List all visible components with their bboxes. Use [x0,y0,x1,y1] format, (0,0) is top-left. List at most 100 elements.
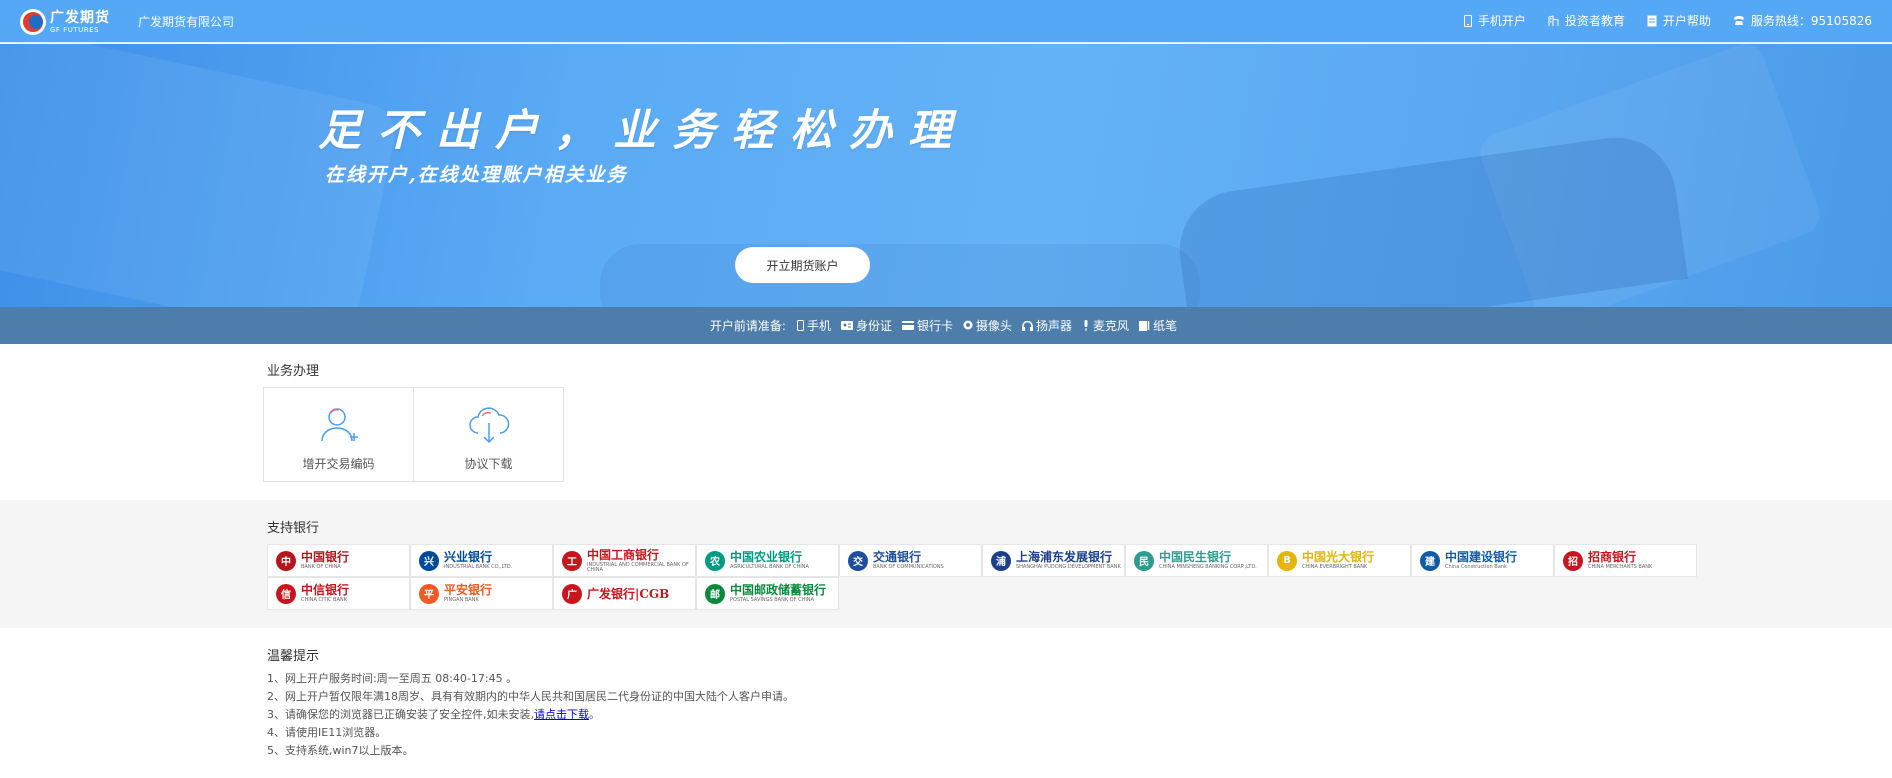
bank-name: 中国银行 [301,550,350,564]
services-grid: 增开交易编码 协议下载 [263,387,564,482]
preparation-bar: 开户前请准备: 手机 身份证 银行卡 摄像头 扬声器 麦克风 纸笔 [0,307,1892,344]
download-control-link[interactable]: 请点击下载 [534,708,589,721]
bank-logo: 招招商银行 CHINA MERCHANTS BANK [1554,544,1697,577]
banks-title: 支持银行 [267,521,320,536]
bank-logo: B 中国光大银行 CHINA EVERBRIGHT BANK [1268,544,1411,577]
bank-name-en: INDUSTRIAL AND COMMERCIAL BANK OF CHINA [587,561,689,573]
bank-logo: 民中国民生银行 CHINA MINSHENG BANKING CORP.,LTD. [1125,544,1268,577]
bank-name: 中国农业银行 [730,550,803,564]
bank-name-en: BANK OF CHINA [301,564,341,570]
bank-name: 中国工商银行 [587,547,660,562]
bank-logo: 交交通银行 BANK OF COMMUNICATIONS [839,544,982,577]
tip-item: 4、请使用IE11浏览器。 [267,726,387,739]
bank-name: 上海浦东发展银行 [1016,550,1113,564]
bank-logo: 信中信银行 CHINA CITIC BANK [267,577,410,610]
bank-name: 招商银行 [1588,550,1637,564]
headphones-icon [1022,320,1034,331]
banner-subslogan: 在线开户,在线处理账户相关业务 [325,164,628,186]
nav-label: 手机开户 [1477,14,1526,28]
nav-mobile-open[interactable]: 手机开户 [1463,12,1526,29]
bank-emblem-icon: 交 [848,550,868,571]
bank-emblem-icon: 广 [562,583,582,604]
document-icon [1647,15,1657,26]
agreement-download-card[interactable]: 协议下载 [413,387,564,482]
telephone-icon [1733,16,1744,25]
prep-item-notebook: 纸笔 [1139,317,1177,334]
bank-name-en: CHINA CITIC BANK [301,597,347,603]
bank-name: 兴业银行 [444,550,493,564]
bank-logo: 广广发银行|CGB [553,577,696,610]
nav-open-help[interactable]: 开户帮助 [1647,12,1711,29]
bank-name: 平安银行 [444,583,493,597]
bank-name-en: BANK OF COMMUNICATIONS [873,564,944,570]
nav-label: 开户帮助 [1662,14,1711,28]
bank-emblem-icon: 信 [276,583,296,604]
bank-emblem-icon: 平 [419,583,439,604]
camera-icon [963,320,973,330]
nav-label: 投资者教育 [1564,14,1625,28]
service-label: 增开交易编码 [302,457,375,471]
service-label: 协议下载 [464,457,513,471]
notebook-icon [1139,320,1150,331]
bank-emblem-icon: 招 [1563,550,1583,571]
logo-cn-text: 广发期货 [50,9,110,26]
bank-emblem-icon: 建 [1420,550,1440,571]
bank-name-en: AGRICULTURAL BANK OF CHINA [730,564,809,570]
bank-logo: 兴兴业银行 INDUSTRIAL BANK CO.,LTD. [410,544,553,577]
prep-item-microphone: 麦克风 [1082,317,1129,334]
bank-name-en: CHINA EVERBRIGHT BANK [1302,564,1368,570]
logo-en-text: GF FUTURES [50,25,99,34]
add-trading-code-card[interactable]: 增开交易编码 [263,387,414,482]
bank-name-en: SHANGHAI PUDONG DEVELOPMENT BANK [1016,564,1121,570]
bank-name-en: POSTAL SAVINGS BANK OF CHINA [730,597,814,603]
bank-logo: 中中国银行 BANK OF CHINA [267,544,410,577]
phone-icon [1463,14,1472,27]
user-add-icon [320,408,358,442]
bank-emblem-icon: 浦 [991,550,1011,571]
top-header: 广发期货 GF FUTURES 广发期货有限公司 手机开户 投资者教育 开户帮助… [0,0,1892,43]
bank-name: 中国建设银行 [1445,550,1518,564]
bank-emblem-icon: 兴 [419,550,439,571]
bank-name-en: PINGAN BANK [444,597,479,603]
company-name: 广发期货有限公司 [138,15,235,29]
prep-item-camera: 摄像头 [963,317,1012,334]
bank-emblem-icon: 中 [276,550,296,571]
bank-name: 中国光大银行 [1302,550,1375,564]
gf-futures-logo[interactable]: 广发期货 GF FUTURES [20,8,110,36]
bank-name-en: CHINA MERCHANTS BANK [1588,564,1653,570]
hero-banner: 足不出户，业务轻松办理 在线开户,在线处理账户相关业务 开立期货账户 [0,44,1892,307]
prep-label: 开户前请准备: [709,319,786,333]
banner-slogan: 足不出户，业务轻松办理 [318,106,967,156]
bank-name: 中信银行 [301,583,350,597]
tip-item: 5、支持系统,win7以上版本。 [267,744,414,757]
bank-name-en: China Construction Bank [1445,564,1507,570]
logo-mark-icon [20,9,46,35]
bank-logo: 建中国建设银行 China Construction Bank [1411,544,1554,577]
bank-logo: 邮中国邮政储蓄银行 POSTAL SAVINGS BANK OF CHINA [696,577,839,610]
bank-emblem-icon: 农 [705,550,725,571]
prep-item-phone: 手机 [796,317,831,334]
bank-emblem-icon: 工 [562,550,582,571]
bank-card-icon [902,321,914,330]
bank-logo: 浦上海浦东发展银行 SHANGHAI PUDONG DEVELOPMENT BAN… [982,544,1125,577]
nav-investor-education[interactable]: 投资者教育 [1548,12,1625,29]
nav-service-hotline[interactable]: 服务热线：95105826 [1733,12,1872,29]
bank-name: 中国邮政储蓄银行 [730,583,827,597]
bank-name: 中国民生银行 [1159,550,1232,564]
tip-item: 3、请确保您的浏览器已正确安装了安全控件,如未安装,请点击下载。 [267,708,600,721]
bank-name: 交通银行 [873,550,922,564]
prep-item-id-card: 身份证 [840,317,892,334]
banks-grid: 中中国银行 BANK OF CHINA 兴兴业银行 INDUSTRIAL BANK C… [267,544,1699,610]
prep-item-speaker: 扬声器 [1022,317,1072,334]
prep-item-bank-card: 银行卡 [902,317,953,334]
open-futures-account-button[interactable]: 开立期货账户 [735,247,870,283]
services-title: 业务办理 [267,364,320,379]
bank-name-en: CHINA MINSHENG BANKING CORP.,LTD. [1159,564,1257,570]
building-icon [1548,14,1559,26]
bank-emblem-icon: B [1277,550,1297,571]
bank-emblem-icon: 邮 [705,583,725,604]
supported-banks-section: 支持银行 中中国银行 BANK OF CHINA 兴兴业银行 INDUSTRIAL B… [0,500,1892,628]
header-nav: 手机开户 投资者教育 开户帮助 服务热线：95105826 [1442,12,1872,29]
bank-logo: 工中国工商银行 INDUSTRIAL AND COMMERCIAL BANK OF… [553,544,696,577]
id-card-icon [840,321,853,330]
